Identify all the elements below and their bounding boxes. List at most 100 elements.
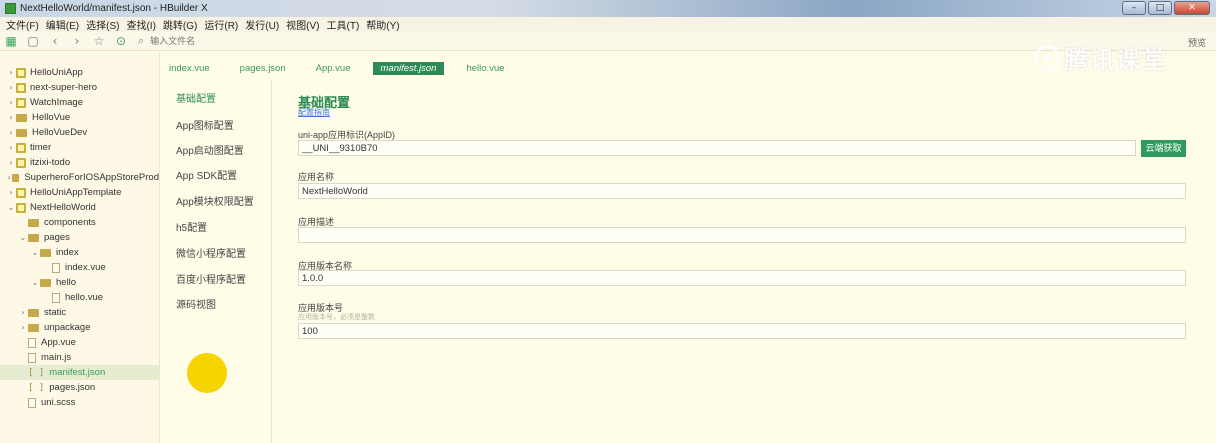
cloud-fetch-button[interactable]: 云端获取 (1141, 140, 1186, 157)
chevron-right-icon[interactable]: › (6, 83, 16, 92)
menu-view[interactable]: 视图(V) (286, 17, 319, 32)
version-name-field[interactable] (298, 270, 1186, 286)
tree-item[interactable]: ⌄ hello (0, 275, 159, 290)
tree-item-label: HelloUniApp (30, 67, 83, 78)
forward-icon[interactable]: › (66, 34, 88, 48)
chevron-right-icon[interactable]: › (18, 323, 28, 332)
menu-tools[interactable]: 工具(T) (327, 17, 360, 32)
menu-select[interactable]: 选择(S) (86, 17, 119, 32)
tree-item[interactable]: index.vue (0, 260, 159, 275)
app-icon (5, 3, 16, 14)
settings-nav-item[interactable]: 基础配置 (176, 90, 216, 105)
window-title: NextHelloWorld/manifest.json - HBuilder … (20, 3, 208, 14)
tree-item-label: HelloVueDev (32, 127, 88, 138)
menu-edit[interactable]: 编辑(E) (46, 17, 79, 32)
tree-item[interactable]: › HelloVue (0, 110, 159, 125)
close-button[interactable]: ✕ (1174, 1, 1210, 15)
tree-item[interactable]: › SuperheroForIOSAppStoreProd (0, 170, 159, 185)
chevron-right-icon[interactable]: › (6, 158, 16, 167)
menu-run[interactable]: 运行(R) (204, 17, 238, 32)
settings-nav-item[interactable]: App模块权限配置 (176, 193, 254, 208)
tree-item-label: static (44, 307, 67, 318)
tree-item[interactable]: › timer (0, 140, 159, 155)
settings-nav-item[interactable]: App SDK配置 (176, 167, 237, 182)
tree-item-label: WatchImage (30, 97, 83, 108)
config-guide-link[interactable]: 配置指南 (298, 107, 330, 118)
star-icon[interactable]: ☆ (88, 34, 110, 48)
menu-find[interactable]: 查找(I) (126, 17, 155, 32)
tree-item-label: SuperheroForIOSAppStoreProd (24, 172, 159, 183)
tree-item-label: NextHelloWorld (30, 202, 96, 213)
tab-app-vue[interactable]: App.vue (308, 62, 359, 75)
settings-nav-item[interactable]: 微信小程序配置 (176, 245, 246, 260)
chevron-right-icon[interactable]: › (6, 128, 16, 137)
tree-item[interactable]: › HelloVueDev (0, 125, 159, 140)
chevron-down-icon[interactable]: ⌄ (6, 203, 16, 212)
chevron-down-icon[interactable]: ⌄ (30, 278, 40, 287)
tree-item-label: App.vue (41, 337, 76, 348)
window-controls: – □ ✕ (1122, 1, 1210, 15)
tab-index-vue[interactable]: index.vue (161, 62, 218, 75)
tree-item[interactable]: › unpackage (0, 320, 159, 335)
tree-item[interactable]: [ ] pages.json (0, 380, 159, 395)
tree-item[interactable]: [ ] manifest.json (0, 365, 159, 380)
chevron-down-icon[interactable]: ⌄ (30, 248, 40, 257)
version-code-field[interactable] (298, 323, 1186, 339)
search-icon: ⌕ (138, 34, 145, 47)
tree-item[interactable]: ⌄ NextHelloWorld (0, 200, 159, 215)
tree-item-label: components (44, 217, 96, 228)
tree-item[interactable]: › HelloUniApp (0, 65, 159, 80)
menu-goto[interactable]: 跳转(G) (163, 17, 197, 32)
run-icon[interactable]: ⊙ (110, 34, 132, 48)
app-description-field[interactable] (298, 227, 1186, 243)
chevron-right-icon[interactable]: › (6, 188, 16, 197)
tree-item[interactable]: App.vue (0, 335, 159, 350)
tree-item-label: hello.vue (65, 292, 104, 303)
grid-icon[interactable]: ▦ (0, 34, 22, 48)
tree-item-label: uni.scss (41, 397, 76, 408)
preview-button[interactable]: 预览 (1188, 36, 1206, 49)
app-name-field[interactable] (298, 183, 1186, 199)
tree-item[interactable]: main.js (0, 350, 159, 365)
tree-item[interactable]: hello.vue (0, 290, 159, 305)
chevron-right-icon[interactable]: › (6, 143, 16, 152)
tree-item[interactable]: components (0, 215, 159, 230)
tree-item[interactable]: › next-super-hero (0, 80, 159, 95)
appid-field[interactable] (298, 140, 1136, 156)
maximize-button[interactable]: □ (1148, 1, 1172, 15)
settings-nav-item[interactable]: 百度小程序配置 (176, 271, 246, 286)
tree-item[interactable]: › HelloUniAppTemplate (0, 185, 159, 200)
bracket-icon: [ ] (28, 367, 45, 378)
tree-item[interactable]: ⌄ pages (0, 230, 159, 245)
tree-item[interactable]: › WatchImage (0, 95, 159, 110)
tree-item[interactable]: ⌄ index (0, 245, 159, 260)
settings-nav-item[interactable]: 源码视图 (176, 296, 216, 311)
settings-nav-item[interactable]: h5配置 (176, 219, 207, 234)
settings-nav-item[interactable]: App启动图配置 (176, 142, 244, 157)
tree-item[interactable]: › static (0, 305, 159, 320)
app-name-label: 应用名称 (298, 172, 335, 182)
save-icon[interactable]: ▢ (22, 34, 44, 48)
menu-help[interactable]: 帮助(Y) (366, 17, 399, 32)
tree-item[interactable]: › itzixi-todo (0, 155, 159, 170)
tab-pages-json[interactable]: pages.json (232, 62, 294, 75)
tab-manifest-json[interactable]: manifest.json (372, 61, 445, 75)
chevron-down-icon[interactable]: ⌄ (18, 233, 28, 242)
menu-file[interactable]: 文件(F) (6, 17, 39, 32)
tree-item[interactable]: uni.scss (0, 395, 159, 410)
chevron-right-icon[interactable]: › (6, 98, 16, 107)
chevron-right-icon[interactable]: › (18, 308, 28, 317)
file-icon (52, 292, 60, 303)
menu-publish[interactable]: 发行(U) (245, 17, 279, 32)
file-icon (52, 262, 60, 273)
file-search-input[interactable] (150, 36, 351, 46)
editor-tabs: index.vue pages.json App.vue manifest.json h… (161, 60, 527, 76)
chevron-right-icon[interactable]: › (6, 113, 16, 122)
settings-nav-item[interactable]: App图标配置 (176, 117, 234, 132)
tab-hello-vue[interactable]: hello.vue (458, 62, 512, 75)
project-icon (16, 187, 26, 198)
back-icon[interactable]: ‹ (44, 34, 66, 48)
chevron-right-icon[interactable]: › (6, 68, 16, 77)
minimize-button[interactable]: – (1122, 1, 1146, 15)
folder-icon (40, 248, 51, 257)
